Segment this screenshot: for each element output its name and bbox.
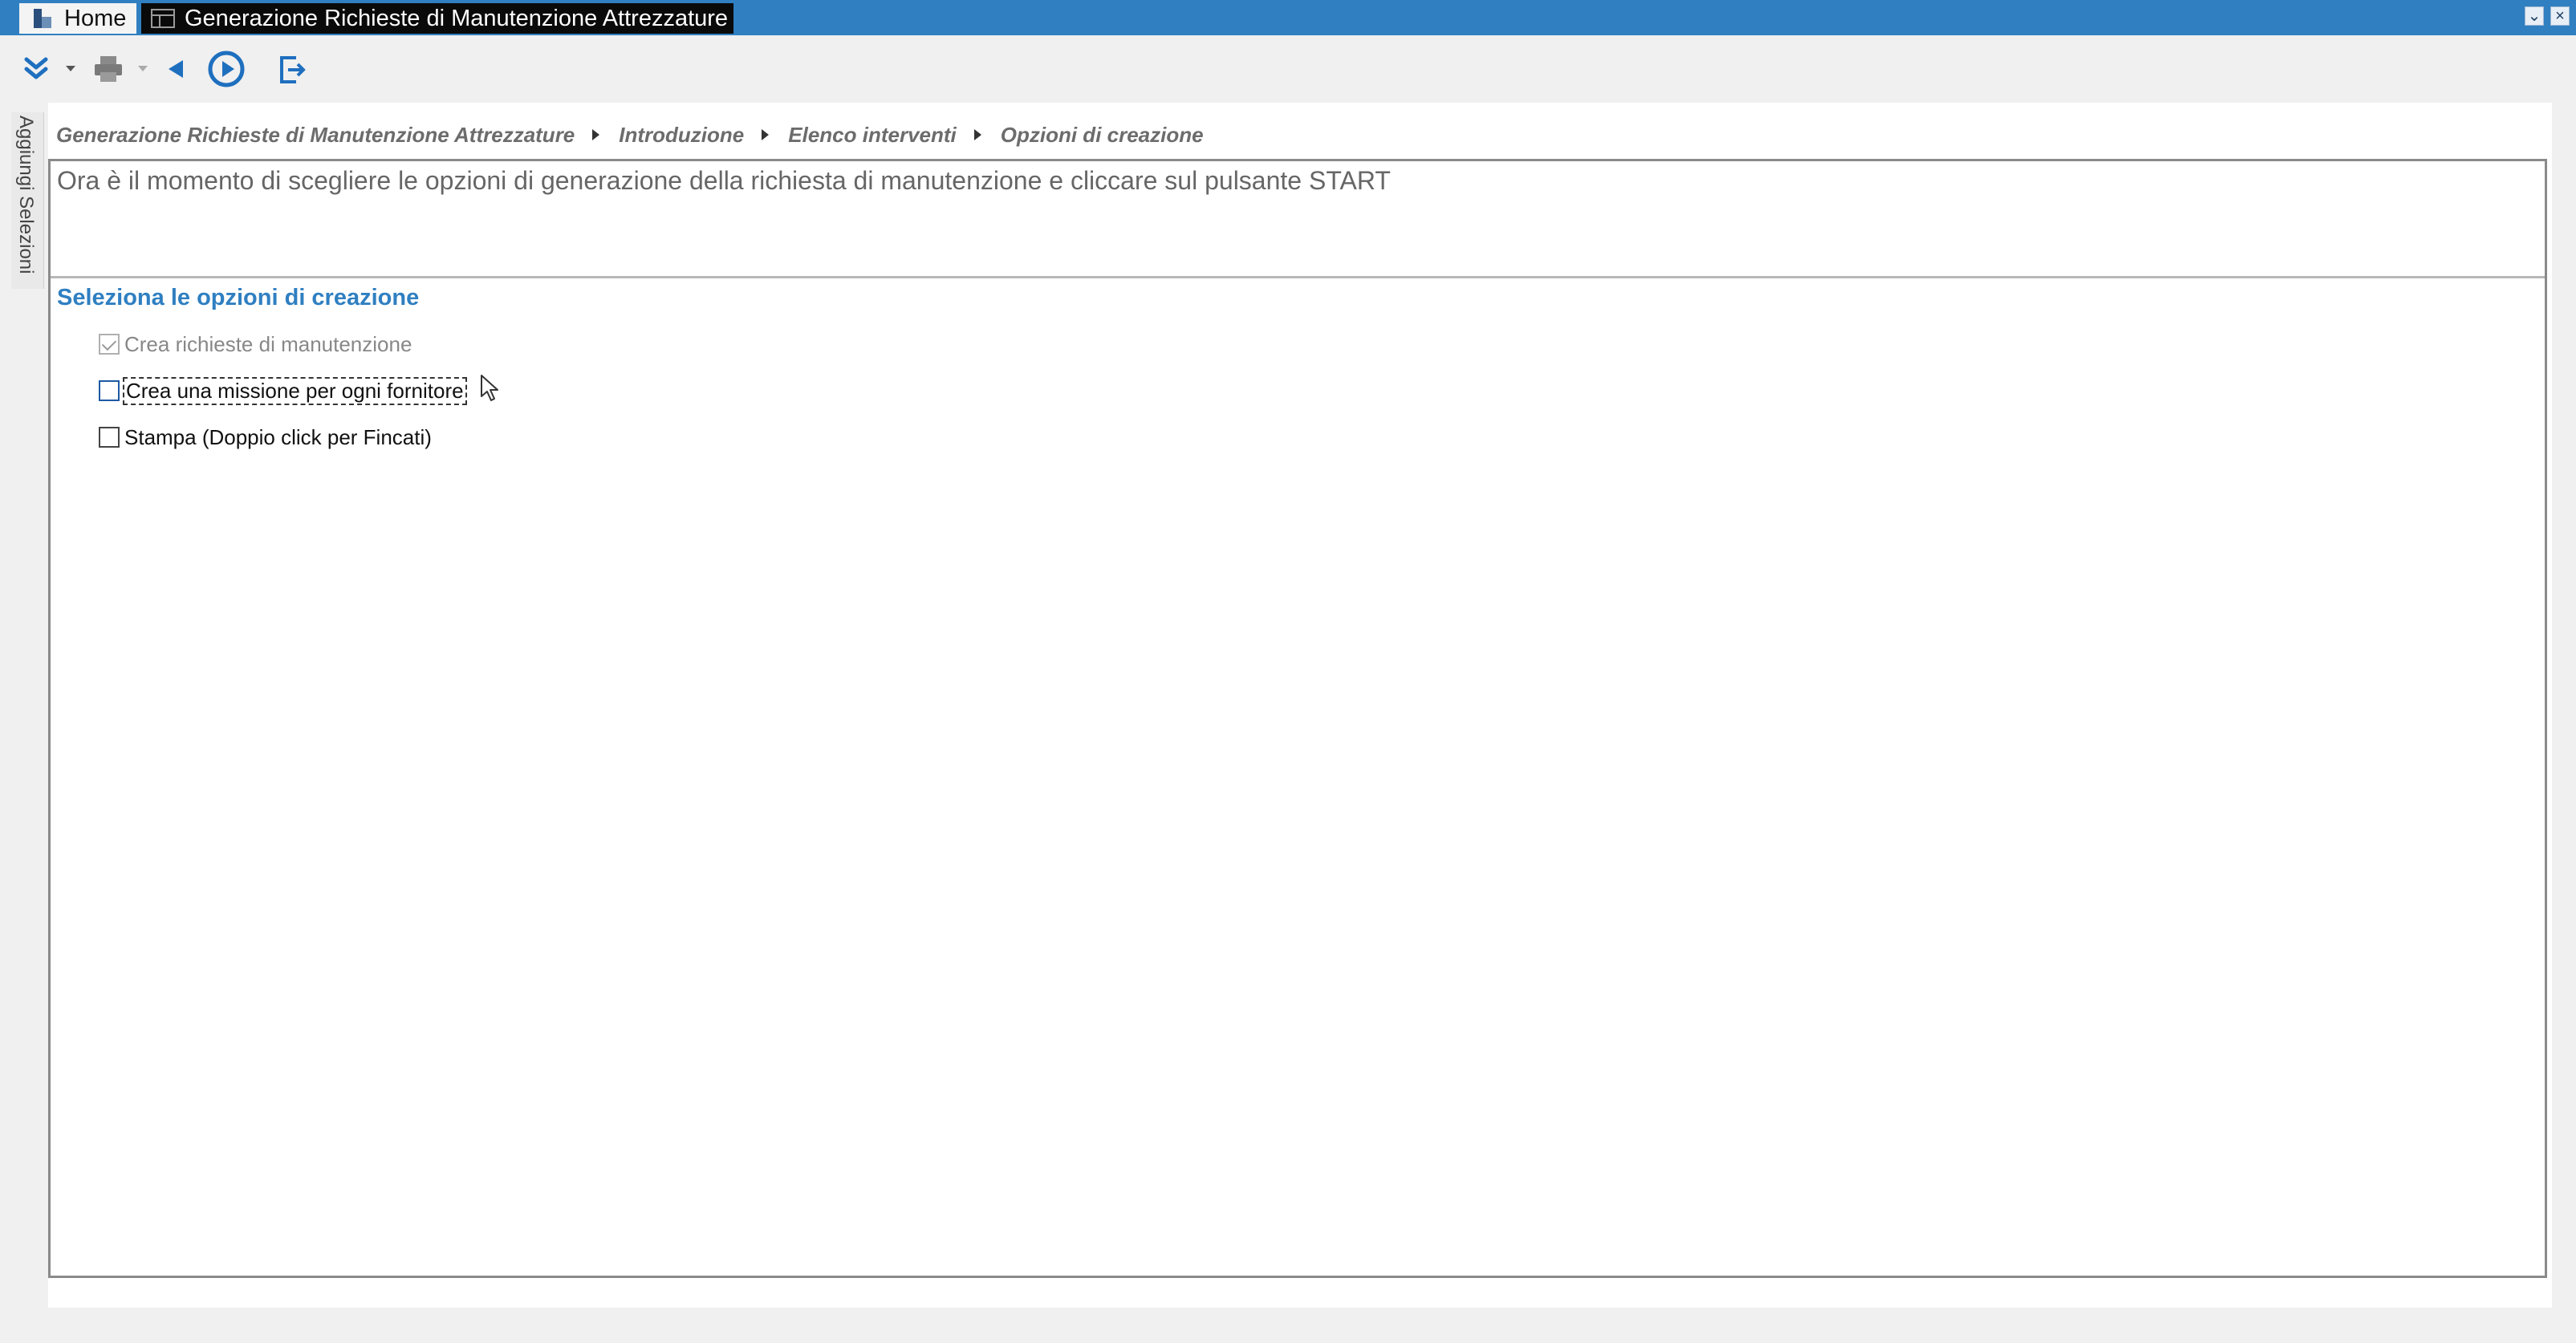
- option-label: Stampa (Doppio click per Fincati): [124, 424, 432, 449]
- print-button[interactable]: [87, 48, 130, 90]
- tab-bar: Home Generazione Richieste di Manutenzio…: [0, 0, 2576, 35]
- exit-icon: [280, 56, 306, 83]
- option-crea-richieste[interactable]: Crea richieste di manutenzione: [99, 328, 413, 360]
- home-icon: [30, 7, 55, 30]
- intro-text: Ora è il momento di scegliere le opzioni…: [57, 166, 1391, 195]
- side-panel-tab[interactable]: Aggiungi Selezioni: [11, 112, 44, 289]
- breadcrumb-arrow-icon: [592, 129, 600, 140]
- main-panel: Generazione Richieste di Manutenzione At…: [48, 103, 2552, 1308]
- status-bar: [48, 1308, 2552, 1343]
- close-button[interactable]: ×: [2550, 6, 2570, 26]
- option-label: Crea una missione per ogni fornitore: [123, 376, 467, 405]
- option-stampa[interactable]: Stampa (Doppio click per Fincati): [99, 421, 433, 453]
- expand-dropdown-icon[interactable]: [66, 66, 75, 71]
- option-label: Crea richieste di manutenzione: [124, 331, 412, 356]
- side-panel-label: Aggiungi Selezioni: [15, 116, 37, 274]
- back-icon: [169, 60, 183, 78]
- mouse-cursor-icon: [481, 375, 498, 401]
- tab-home-label: Home: [64, 5, 127, 31]
- checkbox-crea-richieste[interactable]: [99, 334, 120, 355]
- window-controls: ⌄ ×: [2525, 6, 2570, 27]
- exit-button[interactable]: [271, 48, 313, 90]
- print-dropdown-icon[interactable]: [138, 66, 148, 71]
- tab-generazione-richieste[interactable]: Generazione Richieste di Manutenzione At…: [141, 3, 733, 34]
- back-button[interactable]: [157, 48, 194, 90]
- options-title: Seleziona le opzioni di creazione: [57, 285, 420, 310]
- print-icon: [95, 56, 122, 82]
- breadcrumb-item-elenco-interventi[interactable]: Elenco interventi: [788, 123, 957, 148]
- toolbar: [0, 35, 2576, 103]
- breadcrumb-arrow-icon: [762, 129, 770, 140]
- breadcrumb-item-generazione[interactable]: Generazione Richieste di Manutenzione At…: [56, 123, 575, 148]
- start-button[interactable]: [204, 48, 249, 90]
- checkbox-stampa[interactable]: [99, 427, 120, 448]
- breadcrumb-item-introduzione[interactable]: Introduzione: [619, 123, 744, 148]
- breadcrumb: Generazione Richieste di Manutenzione At…: [56, 119, 1204, 151]
- expand-all-button[interactable]: [16, 48, 56, 90]
- minimize-button[interactable]: ⌄: [2525, 6, 2544, 26]
- tab-home[interactable]: Home: [19, 3, 136, 34]
- intro-box: Ora è il momento di scegliere le opzioni…: [51, 161, 2545, 278]
- tab-active-label: Generazione Richieste di Manutenzione At…: [185, 5, 729, 31]
- checkbox-crea-missione[interactable]: [99, 380, 120, 401]
- option-crea-missione[interactable]: Crea una missione per ogni fornitore: [99, 375, 467, 407]
- expand-all-icon: [24, 57, 48, 79]
- form-window-icon: [151, 9, 175, 28]
- start-icon: [208, 51, 245, 87]
- breadcrumb-arrow-icon: [973, 129, 981, 140]
- application-window: Home Generazione Richieste di Manutenzio…: [0, 0, 2576, 1343]
- wizard-content: Ora è il momento di scegliere le opzioni…: [48, 159, 2547, 1278]
- breadcrumb-item-opzioni-creazione[interactable]: Opzioni di creazione: [1001, 123, 1204, 148]
